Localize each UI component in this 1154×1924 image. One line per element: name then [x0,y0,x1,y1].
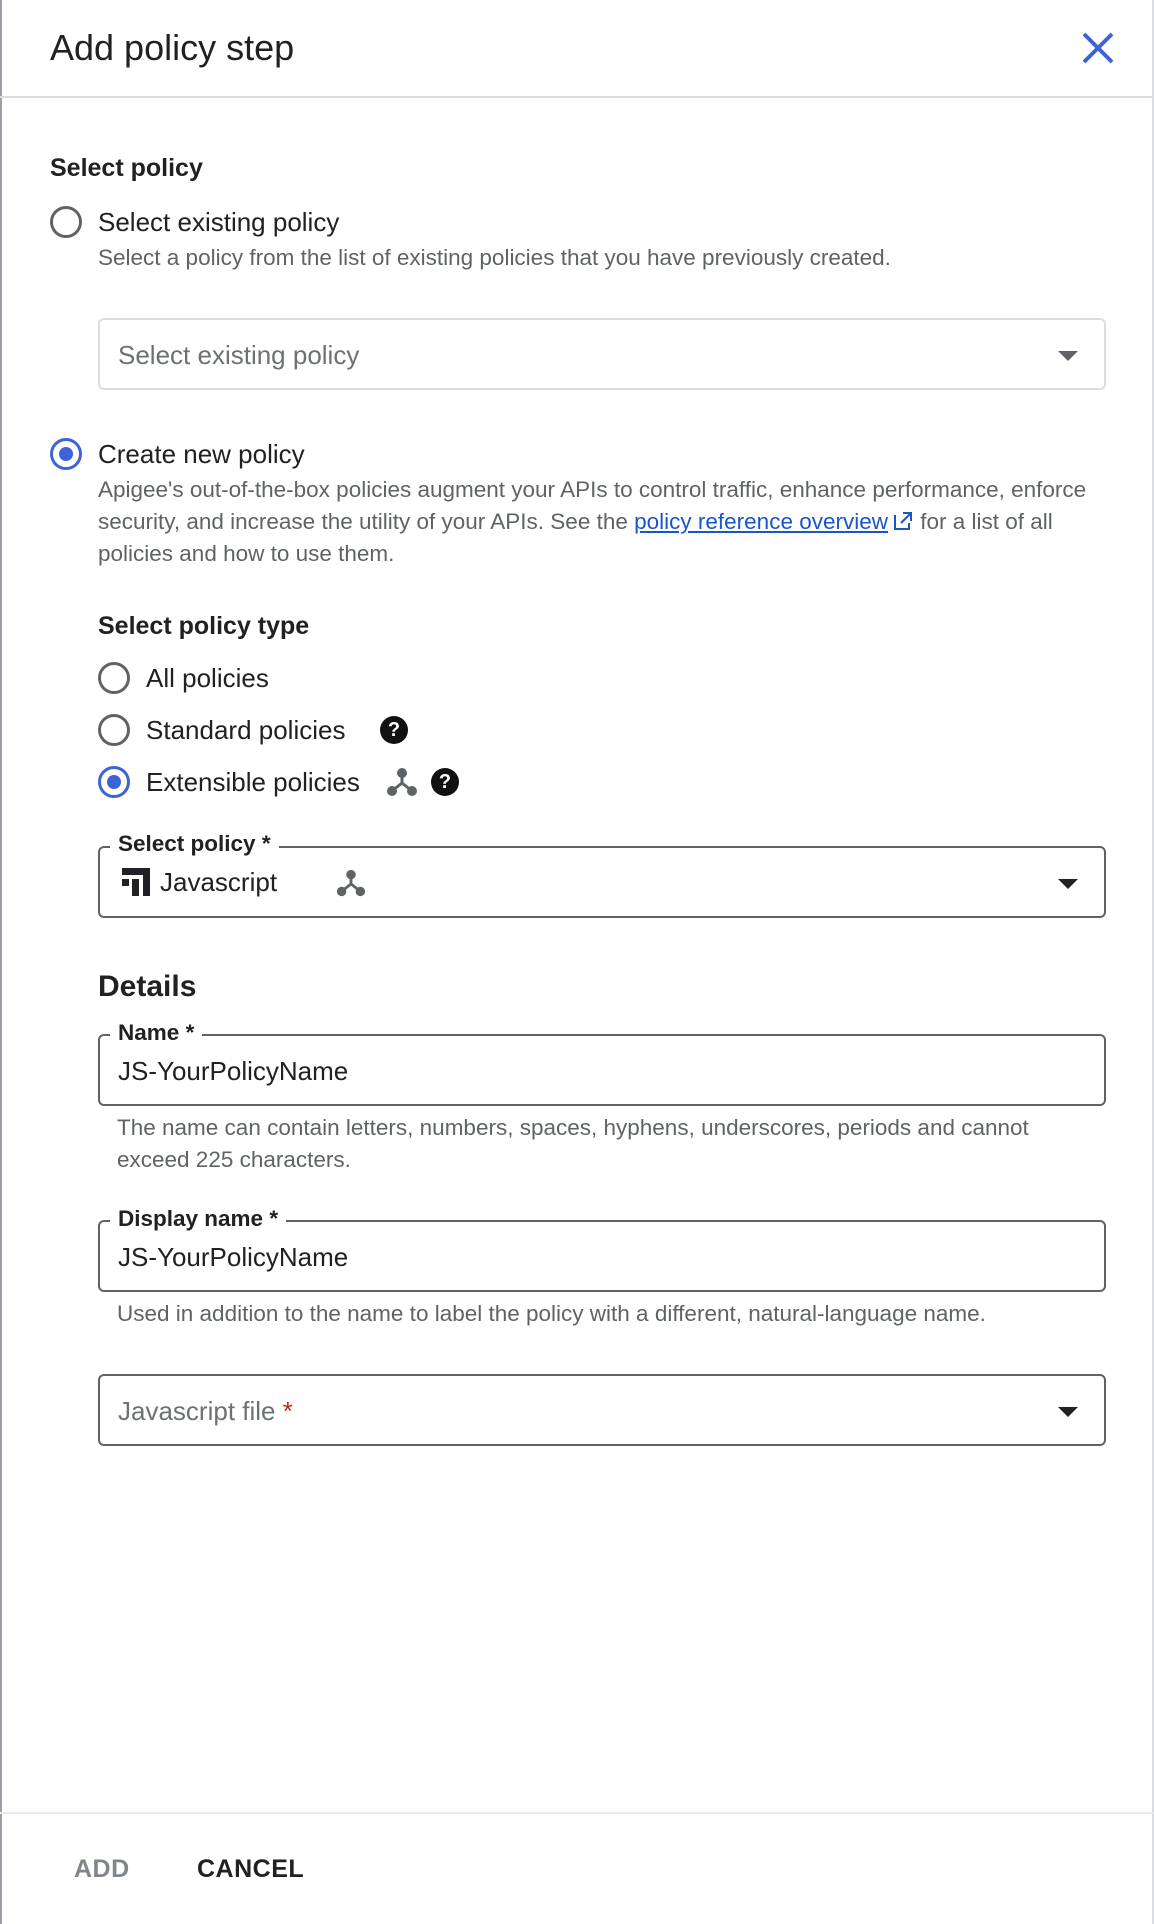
chevron-down-icon [1058,879,1078,889]
extensible-hierarchy-icon [387,768,417,796]
extensible-policies-radio[interactable] [98,766,130,798]
add-button[interactable]: ADD [74,1853,130,1885]
required-mark: * [185,1020,195,1045]
name-input[interactable]: JS-YourPolicyName [98,1034,1106,1106]
name-input-value[interactable]: JS-YourPolicyName [118,1054,348,1088]
select-policy-heading: Select policy [50,154,203,182]
required-mark: * [269,1206,279,1231]
cancel-button[interactable]: CANCEL [197,1853,304,1885]
all-policies-radio[interactable] [98,662,130,694]
dialog-title: Add policy step [50,27,295,68]
header-divider [0,96,1154,98]
help-icon[interactable]: ? [380,716,408,744]
create-new-policy-description: Apigee's out-of-the-box policies augment… [98,474,1108,570]
close-icon[interactable] [1076,26,1120,70]
select-policy-value: Javascript [160,867,278,897]
required-mark: * [282,1396,293,1426]
chevron-down-icon [1058,1407,1078,1417]
extensible-hierarchy-icon [336,869,366,897]
standard-policies-label[interactable]: Standard policies [146,713,345,747]
close-button[interactable] [1076,26,1120,70]
name-field-label-text: Name [118,1020,180,1045]
help-icon[interactable]: ? [431,768,459,796]
display-name-input-value[interactable]: JS-YourPolicyName [118,1240,348,1274]
policy-reference-link[interactable]: policy reference overview [634,509,888,534]
policy-type-heading: Select policy type [98,612,310,640]
display-name-hint: Used in addition to the name to label th… [117,1301,986,1326]
chevron-down-icon [1058,351,1078,361]
select-policy-field-label: Select policy * [110,830,279,858]
create-new-policy-label[interactable]: Create new policy [98,437,305,471]
existing-policy-dropdown-placeholder: Select existing policy [118,340,360,370]
panel-left-border [0,0,2,1924]
extensible-policies-label[interactable]: Extensible policies [146,765,360,799]
select-existing-policy-radio[interactable] [50,206,82,238]
external-link-icon[interactable] [892,510,914,532]
display-name-field-label-text: Display name [118,1206,264,1231]
select-policy-field-label-text: Select policy [118,831,256,856]
select-existing-policy-label[interactable]: Select existing policy [98,205,339,239]
name-hint: The name can contain letters, numbers, s… [117,1115,1029,1172]
details-heading: Details [98,970,197,1003]
create-new-policy-radio[interactable] [50,438,82,470]
all-policies-label[interactable]: All policies [146,661,269,695]
javascript-policy-icon [122,868,150,896]
name-field-label: Name * [110,1019,203,1047]
display-name-field-label: Display name * [110,1205,287,1233]
footer-divider [0,1812,1154,1814]
required-mark: * [261,831,271,856]
existing-policy-dropdown[interactable]: Select existing policy [98,318,1106,390]
javascript-file-placeholder-text: Javascript file [118,1396,276,1426]
javascript-file-dropdown[interactable]: Javascript file * [98,1374,1106,1446]
javascript-file-placeholder: Javascript file * [118,1394,293,1428]
standard-policies-radio[interactable] [98,714,130,746]
select-existing-policy-description: Select a policy from the list of existin… [98,245,891,270]
